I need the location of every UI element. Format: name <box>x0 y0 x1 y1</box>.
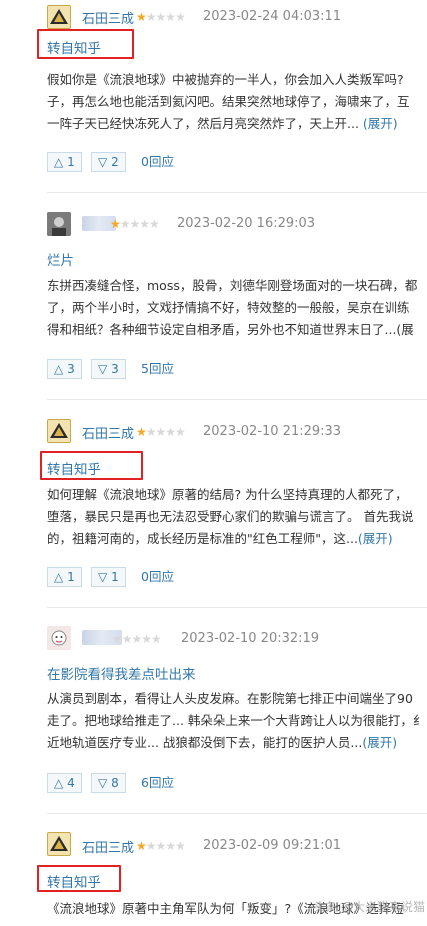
user-avatar[interactable] <box>47 626 71 650</box>
username-link[interactable]: 石田三成 <box>82 837 134 856</box>
review-text-line: 走了。把地球给推走了... 韩朵朵上来一个大背跨让人以为很能打，纟 <box>47 713 426 728</box>
username-link[interactable]: 石田三成 <box>82 423 134 442</box>
expand-link[interactable]: (展开) <box>358 531 393 546</box>
vote-up-button[interactable]: △ 1 <box>47 152 82 172</box>
review-text: 从演员到剧本，看得让人头皮发麻。在影院第七排正中间端坐了90 走了。把地球给推走… <box>47 688 427 754</box>
user-avatar[interactable] <box>47 212 71 236</box>
review-timestamp: 2023-02-24 04:03:11 <box>203 9 342 24</box>
vote-down-button[interactable]: ▽ 8 <box>91 773 126 793</box>
expand-link[interactable]: (展开) <box>362 735 397 750</box>
triangle-down-icon: ▽ <box>98 776 108 790</box>
review-title-link[interactable]: 转自知乎 <box>47 458 101 478</box>
review-text-line: 得和相纸？各种细节设定自相矛盾，另外也不知道世界末日了...(展 <box>47 322 414 337</box>
triangle-down-icon: ▽ <box>98 155 108 169</box>
triangle-up-icon: △ <box>54 776 64 790</box>
review-title-link[interactable]: 转自知乎 <box>47 37 101 57</box>
vote-up-button[interactable]: △ 4 <box>47 773 82 793</box>
review-text-line: 东拼西凑缝合怪，moss，股骨，刘德华刚登场面对的一块石碑，都 <box>47 278 418 293</box>
user-avatar[interactable] <box>47 5 71 29</box>
vote-up-button[interactable]: △ 1 <box>47 567 82 587</box>
review-text-line: 近地轨道医疗专业... 战狼都没倒下去，能打的医护人员...(展开) <box>47 735 398 750</box>
rating-stars: ★★★★★ <box>112 632 162 646</box>
review-text-line: 的，祖籍河南的，成长经历是标准的"红色工程师"，这...(展开) <box>47 531 393 546</box>
review-text-line: 一阵子天已经快冻死人了，然后月亮突然炸了，天上开... (展开) <box>47 116 398 131</box>
review-timestamp: 2023-02-10 21:29:33 <box>203 424 342 439</box>
review-text: 东拼西凑缝合怪，moss，股骨，刘德华刚登场面对的一块石碑，都 了，两个半小时，… <box>47 275 427 341</box>
triangle-down-icon: ▽ <box>98 570 108 584</box>
divider <box>47 192 427 193</box>
divider <box>47 399 427 400</box>
review-timestamp: 2023-02-20 16:29:03 <box>177 216 316 231</box>
review-text-line: 假如你是《流浪地球》中被抛弃的一半人，你会加入人类叛军吗? <box>47 72 404 87</box>
user-avatar[interactable] <box>47 832 71 856</box>
review-text-line: 子，再怎么地也能活到氦闪吧。结果突然地球停了，海啸来了，互 <box>47 94 410 109</box>
review-item: ★★★★★ 2023-02-20 16:29:03 烂片 东拼西凑缝合怪，mos… <box>0 195 427 401</box>
review-text-line: 了，两个半小时，文戏抒情搞不好，特效整的一般般，吴京在训练 <box>47 300 410 315</box>
replies-link[interactable]: 6回应 <box>141 773 174 793</box>
review-title-link[interactable]: 转自知乎 <box>47 871 101 891</box>
review-timestamp: 2023-02-09 09:21:01 <box>203 838 342 853</box>
vote-down-button[interactable]: ▽ 3 <box>91 359 126 379</box>
triangle-up-icon: △ <box>54 570 64 584</box>
replies-link[interactable]: 0回应 <box>141 152 174 172</box>
expand-link[interactable]: (展开) <box>363 116 398 131</box>
rating-stars: ★★★★★ <box>136 425 186 439</box>
divider <box>47 813 427 814</box>
review-title-link[interactable]: 在影院看得我差点吐出来 <box>47 663 196 683</box>
triangle-up-icon: △ <box>54 362 64 376</box>
vote-down-button[interactable]: ▽ 2 <box>91 152 126 172</box>
review-item: ★★★★★ 2023-02-10 20:32:19 在影院看得我差点吐出来 从演… <box>0 608 427 815</box>
review-text: 如何理解《流浪地球》原著的结局? 为什么坚持真理的人都死了， 堕落，暴民只是再也… <box>47 484 427 550</box>
rating-stars: ★★★★★ <box>110 217 160 231</box>
triangle-down-icon: ▽ <box>98 362 108 376</box>
review-text-line: 堕落，暴民只是再也无法忍受野心家们的欺骗与谎言了。 首先我说 <box>47 509 414 524</box>
review-text-line: 从演员到剧本，看得让人头皮发麻。在影院第七排正中间端坐了90 <box>47 691 413 706</box>
watermark: 头条 @大米猫来说猫 <box>313 900 425 914</box>
vote-up-button[interactable]: △ 3 <box>47 359 82 379</box>
username-link[interactable]: 石田三成 <box>82 8 134 27</box>
replies-link[interactable]: 0回应 <box>141 567 174 587</box>
vote-down-button[interactable]: ▽ 1 <box>91 567 126 587</box>
replies-link[interactable]: 5回应 <box>141 359 174 379</box>
review-text-line: 如何理解《流浪地球》原著的结局? 为什么坚持真理的人都死了， <box>47 487 408 502</box>
rating-stars: ★★★★★ <box>136 839 186 853</box>
triangle-up-icon: △ <box>54 155 64 169</box>
review-item: 石田三成 ★★★★★ 2023-02-24 04:03:11 转自知乎 假如你是… <box>0 0 427 195</box>
rating-stars: ★★★★★ <box>136 10 186 24</box>
review-item: 石田三成 ★★★★★ 2023-02-10 21:29:33 转自知乎 如何理解… <box>0 401 427 608</box>
review-timestamp: 2023-02-10 20:32:19 <box>181 631 320 646</box>
user-avatar[interactable] <box>47 419 71 443</box>
review-title-link[interactable]: 烂片 <box>47 249 74 269</box>
review-text: 假如你是《流浪地球》中被抛弃的一半人，你会加入人类叛军吗? 子，再怎么地也能活到… <box>47 69 427 135</box>
